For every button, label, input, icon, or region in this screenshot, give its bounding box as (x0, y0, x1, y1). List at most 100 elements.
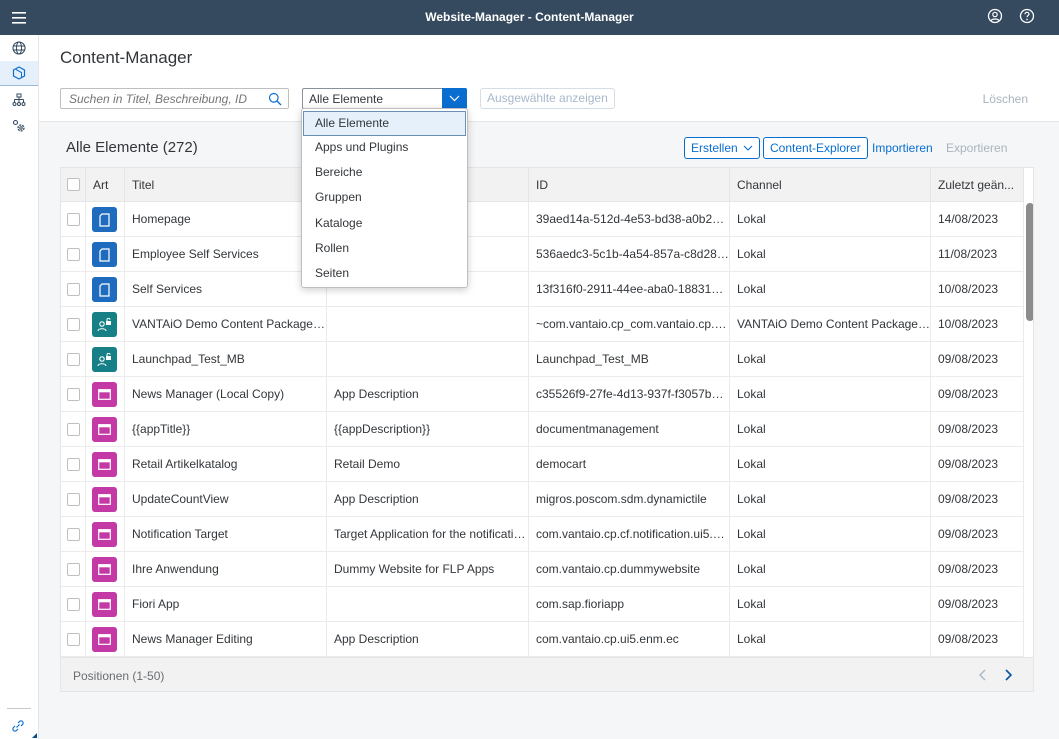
cell-channel: Lokal (730, 587, 931, 622)
app-icon (92, 417, 117, 442)
cell-id: 13f316f0-2911-44ee-aba0-18831b7... (529, 272, 730, 307)
column-header-art[interactable]: Art (86, 168, 125, 202)
select-all-checkbox[interactable] (67, 178, 80, 191)
row-checkbox[interactable] (67, 213, 80, 226)
content-explorer-button[interactable]: Content-Explorer (763, 137, 868, 159)
table-row[interactable]: Fiori App com.sap.fioriapp Lokal 09/08/2023 (61, 587, 1024, 622)
table-row[interactable]: Retail Artikelkatalog Retail Demo democart… (61, 447, 1024, 482)
table-row[interactable]: News Manager (Local Copy) App Description… (61, 377, 1024, 412)
cell-type (86, 482, 125, 517)
cell-title: Launchpad_Test_MB (125, 342, 327, 377)
cell-modified: 09/08/2023 (931, 622, 1024, 657)
delete-button[interactable]: Löschen (983, 92, 1028, 106)
cell-title: UpdateCountView (125, 482, 327, 517)
table-footer: Positionen (1-50) (61, 657, 1033, 691)
cell-type (86, 447, 125, 482)
row-checkbox[interactable] (67, 598, 80, 611)
cell-type (86, 272, 125, 307)
column-header-modified[interactable]: Zuletzt geän... (931, 168, 1024, 202)
table-row[interactable]: News Manager Editing App Description com.v… (61, 622, 1024, 657)
role-icon (92, 347, 117, 372)
search-input[interactable] (61, 89, 261, 108)
row-checkbox[interactable] (67, 563, 80, 576)
show-selected-button[interactable]: Ausgewählte anzeigen (480, 88, 615, 109)
help-button[interactable] (1019, 8, 1037, 26)
type-filter-value: Alle Elemente (309, 92, 384, 106)
cell-type (86, 202, 125, 237)
select-arrow-button[interactable] (442, 88, 467, 109)
cell-description (327, 587, 529, 622)
import-button[interactable]: Importieren (872, 141, 933, 155)
cell-channel: Lokal (730, 517, 931, 552)
column-header-titel[interactable]: Titel (125, 168, 327, 202)
create-button[interactable]: Erstellen (684, 137, 760, 159)
cell-select (61, 552, 86, 587)
table-row[interactable]: Homepage 39aed14a-512d-4e53-bd38-a0b28f..… (61, 202, 1024, 237)
search-field[interactable] (60, 88, 289, 109)
next-page-button[interactable] (1000, 667, 1016, 683)
cell-modified: 11/08/2023 (931, 237, 1024, 272)
dropdown-option-seiten[interactable]: Seiten (303, 261, 466, 286)
dropdown-option-apps-und-plugins[interactable]: Apps und Plugins (303, 135, 466, 160)
table-row[interactable]: Launchpad_Test_MB Launchpad_Test_MB Lokal 0… (61, 342, 1024, 377)
nav-item-settings[interactable] (0, 113, 38, 138)
row-checkbox[interactable] (67, 283, 80, 296)
dropdown-option-bereiche[interactable]: Bereiche (303, 160, 466, 185)
cell-description: {{appDescription}} (327, 412, 529, 447)
previous-page-button[interactable] (975, 667, 991, 683)
row-checkbox[interactable] (67, 318, 80, 331)
row-checkbox[interactable] (67, 248, 80, 261)
cell-title: Self Services (125, 272, 327, 307)
external-link-button[interactable] (11, 719, 27, 735)
search-icon[interactable] (268, 92, 282, 106)
app-icon (92, 592, 117, 617)
table-row[interactable]: VANTAiO Demo Content Package R... ~com.va… (61, 307, 1024, 342)
table-row[interactable]: Employee Self Services 536aedc3-5c1b-4a54… (61, 237, 1024, 272)
app-icon (92, 452, 117, 477)
table-row[interactable]: UpdateCountView App Description migros.pos… (61, 482, 1024, 517)
cell-modified: 10/08/2023 (931, 272, 1024, 307)
table-row[interactable]: {{appTitle}} {{appDescription}} documentma… (61, 412, 1024, 447)
cell-channel: Lokal (730, 447, 931, 482)
row-checkbox[interactable] (67, 528, 80, 541)
cell-select (61, 237, 86, 272)
table-row[interactable]: Notification Target Target Application fo… (61, 517, 1024, 552)
cell-id: documentmanagement (529, 412, 730, 447)
row-checkbox[interactable] (67, 633, 80, 646)
cell-type (86, 237, 125, 272)
dropdown-option-rollen[interactable]: Rollen (303, 236, 466, 261)
cell-modified: 09/08/2023 (931, 377, 1024, 412)
cell-id: migros.poscom.sdm.dynamictile (529, 482, 730, 517)
table-row[interactable]: Self Services 13f316f0-2911-44ee-aba0-188… (61, 272, 1024, 307)
nav-item-hierarchy[interactable] (0, 87, 38, 112)
dropdown-option-gruppen[interactable]: Gruppen (303, 185, 466, 210)
export-button[interactable]: Exportieren (946, 141, 1007, 155)
row-checkbox[interactable] (67, 423, 80, 436)
type-filter-select[interactable]: Alle Elemente (302, 88, 467, 109)
pagination-info: Positionen (1-50) (73, 669, 165, 683)
cell-id: 39aed14a-512d-4e53-bd38-a0b28f... (529, 202, 730, 237)
table-scrollbar[interactable] (1024, 202, 1033, 657)
nav-item-content-manager[interactable] (0, 61, 38, 86)
cell-modified: 09/08/2023 (931, 587, 1024, 622)
user-button[interactable] (987, 8, 1005, 26)
row-checkbox[interactable] (67, 388, 80, 401)
nav-item-websites[interactable] (0, 35, 38, 60)
scrollbar-thumb[interactable] (1026, 203, 1033, 321)
row-checkbox[interactable] (67, 493, 80, 506)
dropdown-option-kataloge[interactable]: Kataloge (303, 211, 466, 236)
cell-channel: Lokal (730, 342, 931, 377)
cell-id: 536aedc3-5c1b-4a54-857a-c8d288f... (529, 237, 730, 272)
chevron-down-icon (449, 95, 460, 102)
chevron-left-icon (979, 669, 986, 681)
content-explorer-label: Content-Explorer (770, 141, 861, 155)
chevron-down-icon (743, 145, 753, 151)
row-checkbox[interactable] (67, 458, 80, 471)
table-row[interactable]: Ihre Anwendung Dummy Website for FLP Apps… (61, 552, 1024, 587)
cell-description (327, 342, 529, 377)
column-header-channel[interactable]: Channel (730, 168, 931, 202)
row-checkbox[interactable] (67, 353, 80, 366)
cell-title: Retail Artikelkatalog (125, 447, 327, 482)
column-header-id[interactable]: ID (529, 168, 730, 202)
dropdown-option-alle-elemente[interactable]: Alle Elemente (303, 111, 466, 136)
